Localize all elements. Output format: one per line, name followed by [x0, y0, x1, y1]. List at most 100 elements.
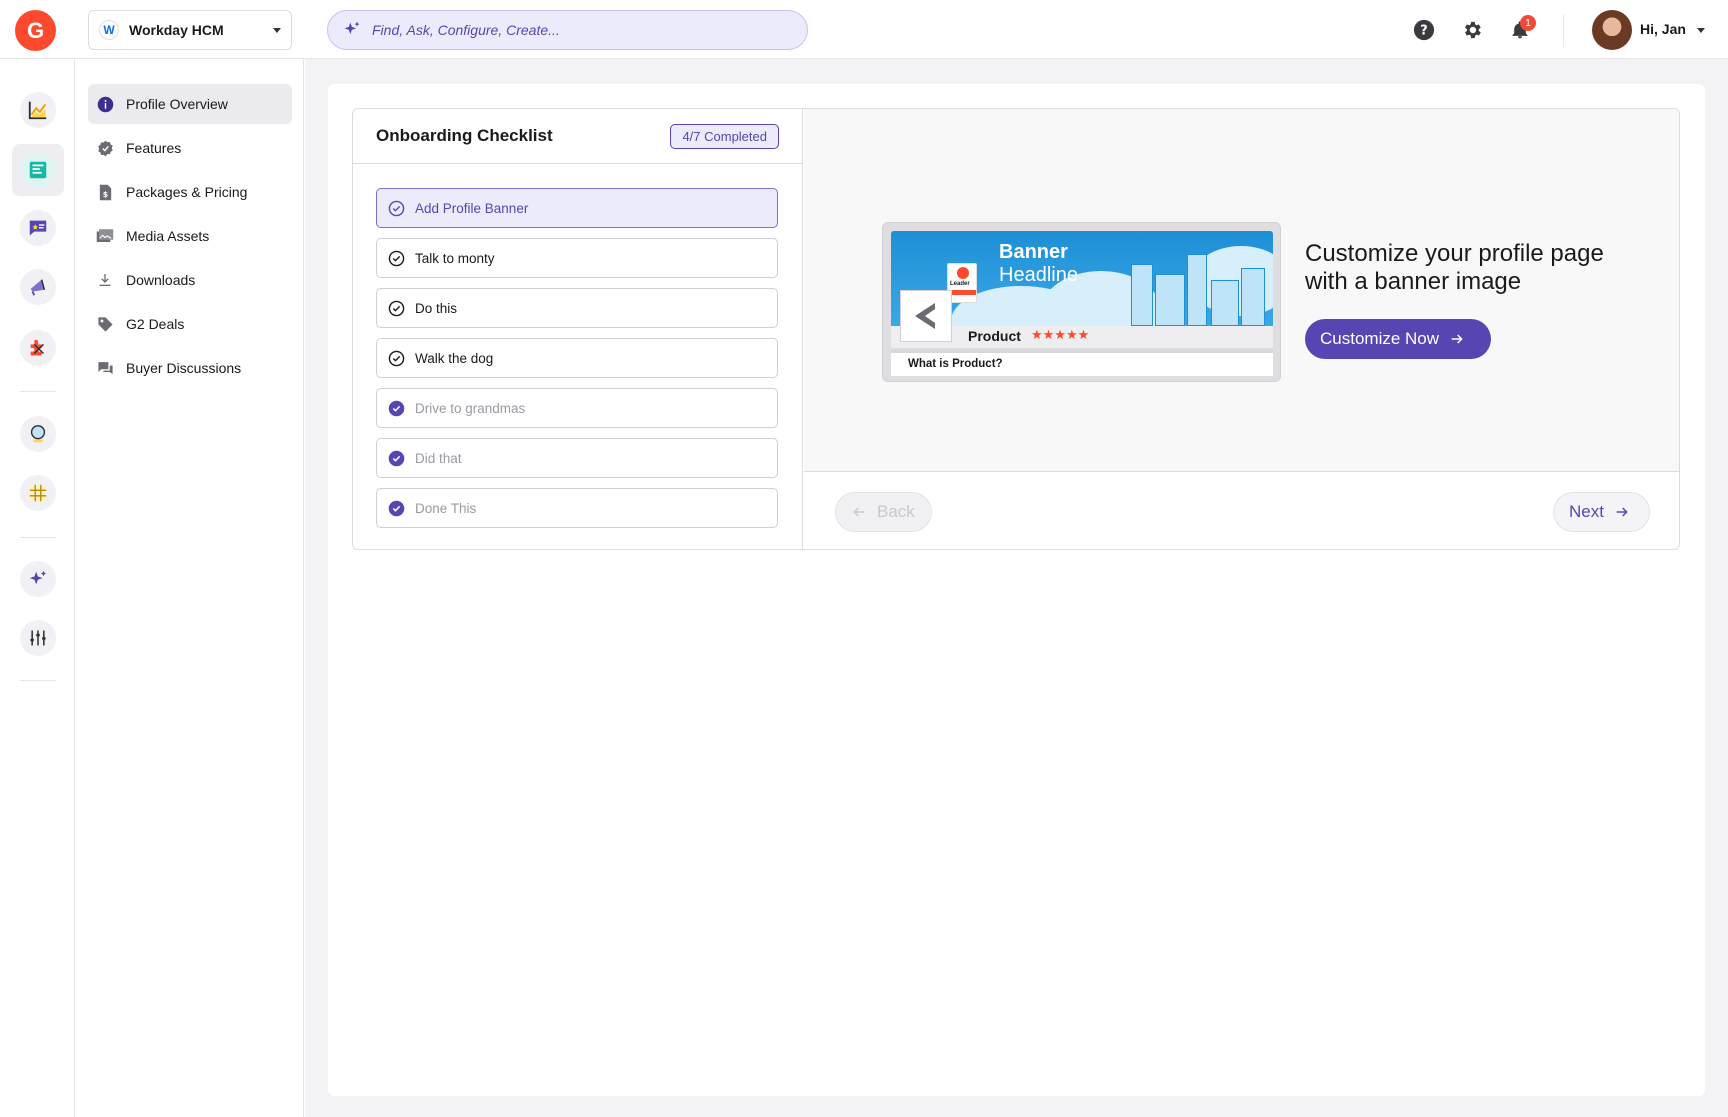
check-circle-outline-icon: [387, 299, 405, 317]
g2-logo[interactable]: G: [15, 10, 56, 51]
verified-badge-icon: [96, 139, 114, 157]
nav-item-profile-overview[interactable]: Profile Overview: [88, 84, 292, 124]
check-circle-outline-icon: [387, 249, 405, 267]
banner-product-name: Product: [968, 328, 1021, 344]
checklist-item-label: Do this: [415, 300, 458, 316]
price-doc-icon: $: [96, 183, 114, 201]
rail-divider: [20, 391, 56, 392]
nav-item-packages-pricing[interactable]: $ Packages & Pricing: [88, 172, 292, 212]
workday-logo-icon: W: [99, 20, 119, 40]
star-rating: ★★★★★: [1031, 327, 1090, 342]
back-label: Back: [877, 502, 915, 521]
nav-item-label: Media Assets: [126, 228, 210, 244]
checklist-item-label: Done This: [415, 500, 477, 516]
checklist-header: Onboarding Checklist 4/7 Completed: [353, 109, 802, 164]
nav-item-label: Packages & Pricing: [126, 184, 248, 200]
left-rail: [0, 59, 75, 1117]
nav-item-buyer-discussions[interactable]: Buyer Discussions: [88, 348, 292, 388]
building-shape: [1131, 264, 1153, 326]
rail-divider: [20, 537, 56, 538]
checklist-item[interactable]: Walk the dog: [376, 338, 778, 378]
building-shape: [1211, 280, 1239, 326]
notification-badge: 1: [1520, 15, 1536, 31]
divider: [1563, 14, 1564, 46]
nav-item-g2-deals[interactable]: G2 Deals: [88, 304, 292, 344]
nav-item-downloads[interactable]: Downloads: [88, 260, 292, 300]
onboarding-checklist: Onboarding Checklist 4/7 Completed Add P…: [353, 109, 803, 549]
arrow-right-icon: [1614, 504, 1630, 520]
arrow-right-icon: [1449, 331, 1465, 347]
customize-now-label: Customize Now: [1320, 329, 1440, 348]
building-shape: [1241, 268, 1265, 326]
customize-now-button[interactable]: Customize Now: [1305, 319, 1491, 359]
step-preview: Banner Headline Leader Product ★★★★★ Wha…: [804, 109, 1679, 472]
nav-item-label: Buyer Discussions: [126, 360, 242, 376]
avatar[interactable]: [1592, 10, 1632, 50]
checklist-item-label: Add Profile Banner: [415, 200, 529, 216]
building-shape: [1187, 254, 1207, 326]
checklist-item[interactable]: Done This: [376, 488, 778, 528]
reviews-icon[interactable]: [20, 210, 56, 246]
product-name: Workday HCM: [129, 22, 224, 38]
sparkle-icon: [344, 21, 360, 35]
rail-divider: [20, 680, 56, 681]
check-circle-filled-icon: [387, 499, 405, 517]
chat-icon: [96, 359, 114, 377]
search-input[interactable]: [372, 22, 772, 38]
download-icon: [96, 271, 114, 289]
nav-item-media-assets[interactable]: Media Assets: [88, 216, 292, 256]
preview-heading: Customize your profile page with a banne…: [1305, 240, 1604, 295]
checklist-item[interactable]: Drive to grandmas: [376, 388, 778, 428]
top-bar: G W Workday HCM ? 1 Hi, Jan: [0, 0, 1728, 59]
checklist-item-label: Did that: [415, 450, 462, 466]
profile-icon[interactable]: [12, 144, 64, 196]
nav-item-label: Profile Overview: [126, 96, 228, 112]
checklist-item-label: Drive to grandmas: [415, 400, 526, 416]
checklist-item[interactable]: Add Profile Banner: [376, 188, 778, 228]
reports-icon[interactable]: [20, 92, 56, 128]
check-circle-outline-icon: [387, 199, 405, 217]
profile-subnav: Profile Overview Features $ Packages & P…: [76, 59, 304, 1117]
nav-item-features[interactable]: Features: [88, 128, 292, 168]
gear-icon[interactable]: [1461, 19, 1483, 41]
arrow-left-icon: [851, 504, 867, 520]
check-circle-filled-icon: [387, 399, 405, 417]
info-icon: [96, 95, 114, 113]
tag-icon: [96, 315, 114, 333]
building-shape: [1155, 274, 1185, 326]
next-label: Next: [1569, 502, 1604, 521]
banner-headline-line1: Banner: [999, 241, 1068, 263]
product-selector[interactable]: W Workday HCM: [88, 10, 292, 50]
product-logo-icon: [900, 290, 952, 342]
marketing-icon[interactable]: [20, 269, 56, 305]
nav-item-label: Features: [126, 140, 182, 156]
progress-badge: 4/7 Completed: [670, 123, 779, 149]
insights-icon[interactable]: [20, 416, 56, 452]
svg-text:$: $: [102, 189, 107, 198]
ai-sparkle-icon[interactable]: [20, 561, 56, 597]
next-button[interactable]: Next: [1553, 492, 1650, 532]
checklist-item[interactable]: Do this: [376, 288, 778, 328]
media-icon: [96, 227, 114, 245]
nav-item-label: G2 Deals: [126, 316, 185, 332]
banner-what-is: What is Product?: [891, 350, 1273, 376]
help-icon[interactable]: ?: [1413, 19, 1435, 41]
integrations-icon[interactable]: [20, 330, 56, 366]
checklist-item-label: Talk to monty: [415, 250, 495, 266]
chevron-down-icon[interactable]: [1697, 28, 1705, 33]
medal-text: Leader: [950, 281, 970, 287]
nav-item-label: Downloads: [126, 272, 196, 288]
check-circle-filled-icon: [387, 449, 405, 467]
checklist-item[interactable]: Did that: [376, 438, 778, 478]
checklist-item-label: Walk the dog: [415, 350, 494, 366]
checklist-item[interactable]: Talk to monty: [376, 238, 778, 278]
checklist-title: Onboarding Checklist: [376, 126, 553, 145]
user-greeting[interactable]: Hi, Jan: [1640, 21, 1686, 37]
check-circle-outline-icon: [387, 349, 405, 367]
search-bar[interactable]: [327, 10, 808, 50]
back-button[interactable]: Back: [835, 492, 932, 532]
data-grid-icon[interactable]: [20, 475, 56, 511]
settings-sliders-icon[interactable]: [20, 620, 56, 656]
banner-illustration: Banner Headline Leader Product ★★★★★ Wha…: [882, 222, 1281, 382]
svg-text:?: ?: [1420, 24, 1427, 39]
